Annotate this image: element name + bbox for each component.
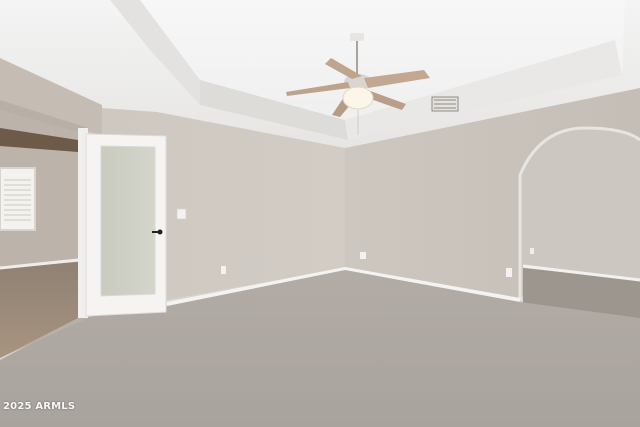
empty-bedroom-photo — [0, 0, 640, 427]
photo-watermark: 2025 ARMLS — [3, 401, 76, 412]
fan-light-globe — [342, 86, 374, 110]
wall-outlet — [506, 268, 512, 277]
door-handle-lever — [152, 231, 160, 233]
light-switch — [176, 208, 187, 220]
door-glass-panel — [100, 145, 156, 297]
wall-outlet — [221, 266, 226, 274]
wall-outlet — [360, 252, 366, 259]
hallway-window — [0, 167, 36, 231]
arch-room-outlet — [530, 248, 534, 254]
